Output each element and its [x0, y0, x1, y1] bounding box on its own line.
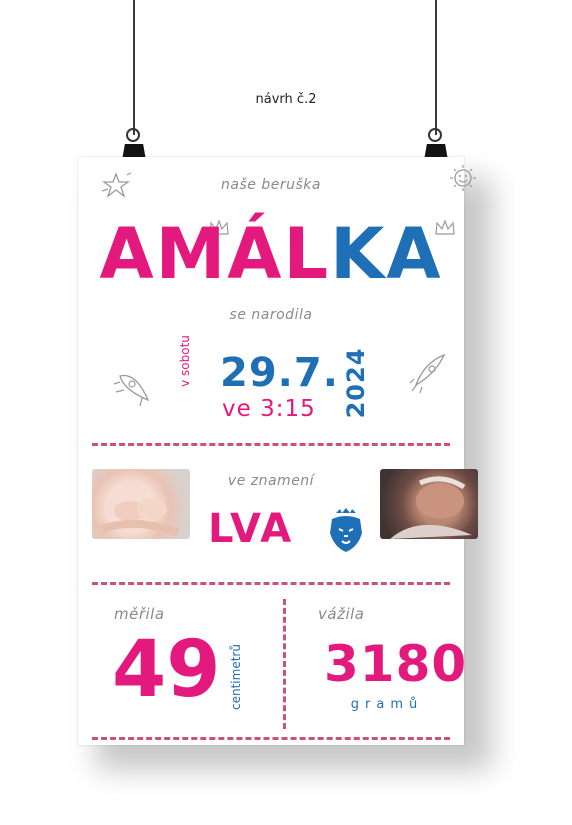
hanging-wire-right	[435, 0, 437, 135]
zodiac-intro: ve znamení	[227, 473, 315, 489]
divider-dashed	[92, 443, 450, 446]
length-value: 49	[112, 625, 221, 715]
design-caption: návrh č.2	[255, 92, 317, 107]
intro-text: naše beruška	[221, 177, 321, 193]
birth-poster: naše beruška AMÁLKA se narodila v sobotu…	[78, 157, 478, 745]
weight-value: 3180	[324, 635, 468, 693]
weight-unit: gramů	[350, 697, 424, 712]
baby-portrait-photo	[380, 469, 478, 539]
name-part-blue: KA	[330, 213, 443, 295]
weight-label: vážila	[318, 605, 365, 623]
day-label: v sobotu	[178, 335, 192, 387]
birth-year: 2024	[342, 347, 370, 419]
divider-dashed	[92, 737, 450, 740]
baby-feet-photo	[92, 469, 190, 539]
length-unit: centimetrů	[229, 644, 243, 710]
baby-name: AMÁLKA	[78, 219, 464, 289]
zodiac-sign: LVA	[208, 506, 294, 552]
divider-dashed	[92, 582, 450, 585]
rocket-icon	[113, 374, 150, 407]
birth-date: 29.7.	[220, 350, 339, 396]
birth-time: ve 3:15	[222, 396, 316, 422]
name-part-pink: AMÁL	[99, 213, 331, 295]
rocket-icon	[409, 353, 446, 394]
divider-vertical	[283, 599, 286, 729]
hanging-wire-left	[133, 0, 135, 135]
born-text: se narodila	[229, 307, 313, 323]
length-label: měřila	[114, 605, 165, 623]
lion-icon	[330, 508, 362, 552]
